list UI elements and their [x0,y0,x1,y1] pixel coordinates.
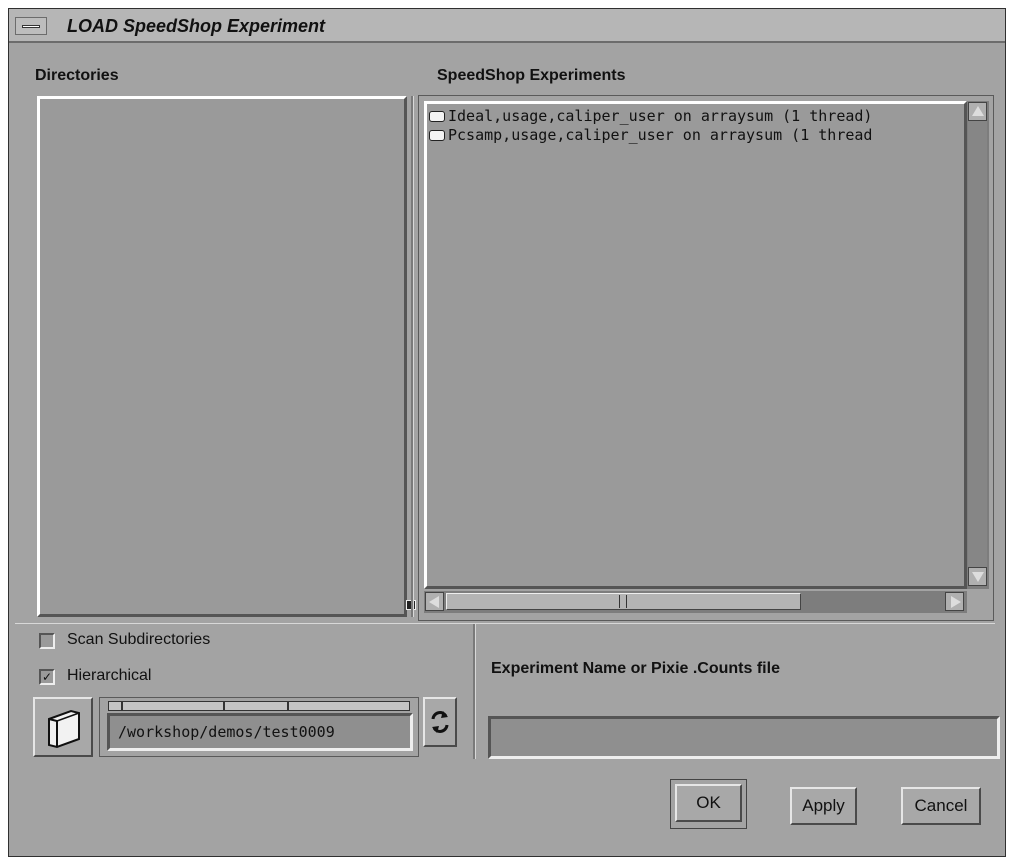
window-menu-icon[interactable] [15,17,47,35]
hierarchical-label: Hierarchical [67,667,152,684]
arrow-down-icon [972,572,984,582]
load-speedshop-dialog: LOAD SpeedShop Experiment Directories Sp… [8,8,1006,857]
path-segment-bar[interactable] [108,701,410,711]
title-bar: LOAD SpeedShop Experiment [9,9,1005,43]
default-button-ring: OK [670,779,747,829]
arrow-left-icon [429,596,439,608]
scroll-left-button[interactable] [425,592,444,611]
path-segment[interactable] [109,702,123,710]
cancel-button[interactable]: Cancel [901,787,981,825]
pane-divider[interactable] [411,96,414,617]
experiment-name-label: Experiment Name or Pixie .Counts file [491,660,780,677]
horizontal-scroll-thumb[interactable] [446,593,801,610]
experiments-label: SpeedShop Experiments [437,67,626,84]
scroll-right-button[interactable] [945,592,964,611]
experiments-list[interactable]: Ideal,usage,caliper_user on arraysum (1 … [424,101,967,589]
directories-list[interactable] [37,96,407,617]
scroll-down-button[interactable] [968,567,987,586]
path-segment[interactable] [289,702,409,710]
experiment-item-icon [429,130,445,141]
experiment-list-item[interactable]: Pcsamp,usage,caliper_user on arraysum (1… [429,126,872,144]
scroll-up-button[interactable] [968,102,987,121]
horizontal-scrollbar[interactable] [424,591,967,613]
path-value: /workshop/demos/test0009 [118,723,335,741]
checkmark-icon: ✓ [42,670,53,684]
experiment-item-label: Ideal,usage,caliper_user on arraysum (1 … [448,107,873,125]
thumb-grip [619,595,627,608]
path-field-frame: /workshop/demos/test0009 [99,697,419,757]
path-segment[interactable] [123,702,225,710]
folder-button[interactable] [33,697,93,757]
vertical-scroll-thumb[interactable] [968,121,987,567]
arrow-right-icon [951,596,961,608]
experiment-name-input[interactable] [488,716,1000,759]
vertical-scrollbar[interactable] [967,101,989,589]
refresh-button[interactable] [423,697,457,747]
hierarchical-checkbox[interactable]: ✓ [39,669,55,685]
scan-subdirectories-label: Scan Subdirectories [67,631,211,648]
folder-icon [48,709,80,749]
path-input[interactable]: /workshop/demos/test0009 [107,713,413,751]
path-segment[interactable] [225,702,289,710]
experiment-item-label: Pcsamp,usage,caliper_user on arraysum (1… [448,126,873,144]
bottom-divider [473,624,476,759]
window-title: LOAD SpeedShop Experiment [67,16,326,36]
apply-button[interactable]: Apply [790,787,857,825]
experiment-list-item[interactable]: Ideal,usage,caliper_user on arraysum (1 … [429,107,872,125]
experiment-item-icon [429,111,445,122]
scan-subdirectories-checkbox[interactable] [39,633,55,649]
directories-label: Directories [35,67,119,84]
divider-line [15,623,995,624]
experiments-frame: Ideal,usage,caliper_user on arraysum (1 … [418,95,994,621]
refresh-icon [431,711,449,733]
ok-button[interactable]: OK [675,784,742,822]
arrow-up-icon [972,106,984,116]
